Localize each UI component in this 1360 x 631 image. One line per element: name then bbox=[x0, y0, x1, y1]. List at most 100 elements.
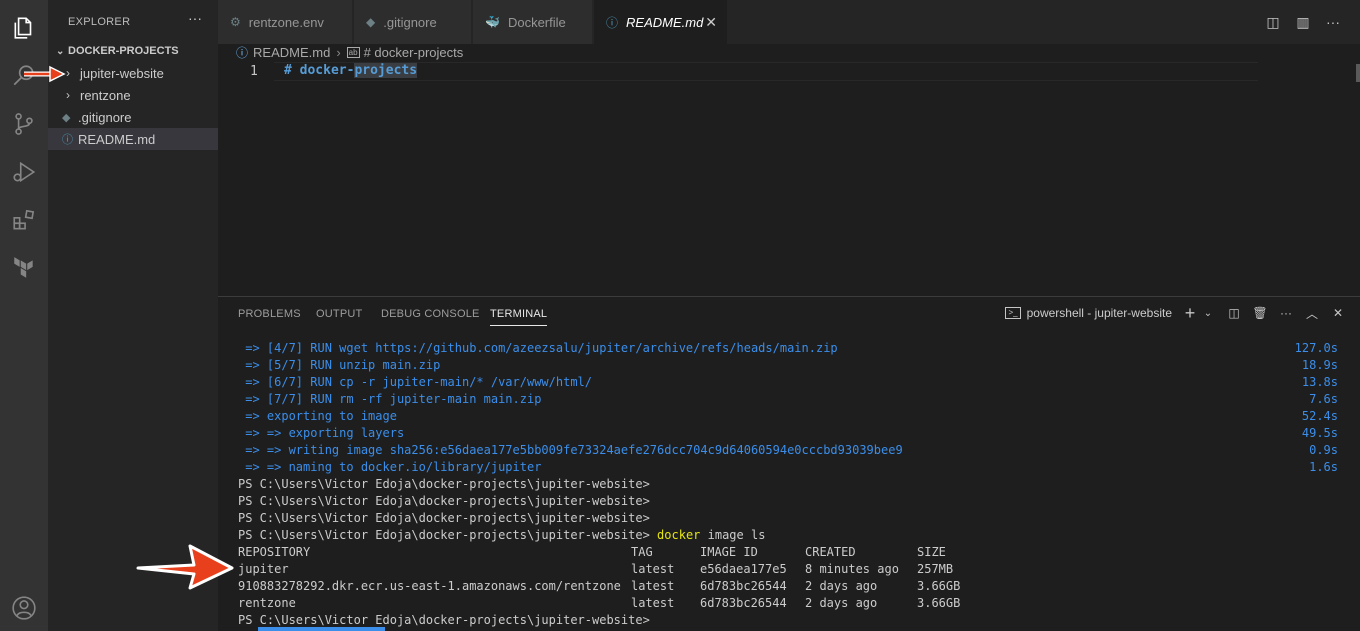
heading-icon: ab bbox=[346, 46, 360, 58]
activity-bar bbox=[0, 0, 48, 631]
build-step: => => writing image sha256:e56daea177e5b… bbox=[238, 443, 903, 457]
close-icon[interactable]: ✕ bbox=[705, 14, 717, 31]
terminal-prompt: PS C:\Users\Victor Edoja\docker-projects… bbox=[238, 511, 650, 525]
tab-terminal[interactable]: TERMINAL bbox=[490, 308, 548, 326]
col-size: SIZE bbox=[917, 545, 946, 559]
cell-created: 8 minutes ago bbox=[805, 562, 899, 576]
terminal-line: => [7/7] RUN rm -rf jupiter-main main.zi… bbox=[238, 391, 1338, 408]
tree-item-rentzone[interactable]: › rentzone bbox=[48, 84, 218, 106]
build-step: => [5/7] RUN unzip main.zip bbox=[238, 358, 441, 372]
info-icon: ⓘ bbox=[606, 15, 619, 30]
build-time: 52.4s bbox=[1301, 409, 1338, 423]
chevron-down-icon[interactable]: ⌄ bbox=[1200, 304, 1216, 322]
terminal-prompt: PS C:\Users\Victor Edoja\docker-projects… bbox=[238, 494, 650, 508]
code-text: # docker- bbox=[284, 63, 355, 78]
tree-item-readme[interactable]: ⓘ README.md bbox=[48, 128, 218, 150]
terminal-prompt: PS C:\Users\Victor Edoja\docker-projects… bbox=[238, 528, 650, 542]
more-actions-icon[interactable]: ··· bbox=[188, 10, 202, 26]
panel-actions: >_ powershell - jupiter-website + ⌄ ◫ 🗑 … bbox=[1005, 303, 1346, 323]
open-preview-icon[interactable]: ◫ bbox=[1264, 13, 1282, 31]
explorer-icon[interactable] bbox=[0, 4, 48, 52]
build-time: 127.0s bbox=[1294, 341, 1338, 355]
split-terminal-icon[interactable]: ◫ bbox=[1226, 304, 1242, 322]
bottom-panel: PROBLEMS OUTPUT DEBUG CONSOLE TERMINAL >… bbox=[218, 296, 1360, 631]
terminal-selector[interactable]: >_ powershell - jupiter-website bbox=[1005, 306, 1172, 320]
cell-tag: latest bbox=[631, 562, 675, 576]
cell-image-id: 6d783bc26544 bbox=[700, 579, 787, 593]
terminal-line: => exporting to image 52.4s bbox=[238, 408, 1338, 425]
tab-debug-console[interactable]: DEBUG CONSOLE bbox=[381, 308, 480, 320]
build-time: 0.9s bbox=[1309, 443, 1338, 457]
terminal-line: => => writing image sha256:e56daea177e5b… bbox=[238, 442, 1338, 459]
breadcrumb-symbol[interactable]: # docker-projects bbox=[364, 45, 464, 60]
col-image-id: IMAGE ID bbox=[700, 545, 758, 559]
command-args: image ls bbox=[700, 528, 766, 542]
terminal-prompt: PS C:\Users\Victor Edoja\docker-projects… bbox=[238, 612, 1338, 631]
tab-output[interactable]: OUTPUT bbox=[316, 308, 362, 320]
build-step: => [4/7] RUN wget https://github.com/aze… bbox=[238, 341, 838, 355]
terminal-output[interactable]: => [4/7] RUN wget https://github.com/aze… bbox=[238, 340, 1338, 631]
build-step: => exporting to image bbox=[238, 409, 397, 423]
source-control-icon[interactable] bbox=[0, 100, 48, 148]
tree-item-label: jupiter-website bbox=[80, 65, 164, 81]
search-icon[interactable] bbox=[0, 52, 48, 100]
breadcrumb-file[interactable]: README.md bbox=[253, 45, 330, 60]
tab-label: Dockerfile bbox=[507, 14, 566, 30]
table-row: rentzone latest 6d783bc26544 2 days ago … bbox=[238, 595, 1338, 612]
code-line[interactable]: # docker-projects bbox=[284, 63, 418, 78]
tab-rentzone-env[interactable]: ⚙ rentzone.env bbox=[218, 0, 353, 44]
split-editor-icon[interactable]: ▥ bbox=[1294, 13, 1312, 31]
trash-icon[interactable]: 🗑 bbox=[1252, 304, 1268, 322]
table-row: 910883278292.dkr.ecr.us-east-1.amazonaws… bbox=[238, 578, 1338, 595]
table-header: REPOSITORY TAG IMAGE ID CREATED SIZE bbox=[238, 544, 1338, 561]
tab-gitignore[interactable]: ◆ .gitignore bbox=[354, 0, 472, 44]
info-icon: ⓘ bbox=[62, 134, 73, 146]
maximize-panel-icon[interactable]: ︿ bbox=[1304, 304, 1320, 322]
col-repository: REPOSITORY bbox=[238, 545, 311, 559]
info-icon: ⓘ bbox=[236, 45, 249, 60]
col-created: CREATED bbox=[805, 545, 856, 559]
new-terminal-icon[interactable]: + bbox=[1182, 303, 1198, 323]
editor-tabs: ⚙ rentzone.env ◆ .gitignore 🐳 Dockerfile… bbox=[218, 0, 1360, 44]
terraform-icon[interactable] bbox=[0, 244, 48, 292]
editor-scrollbar[interactable] bbox=[1356, 64, 1360, 82]
terminal-command-line: PS C:\Users\Victor Edoja\docker-projects… bbox=[238, 527, 1338, 544]
more-actions-icon[interactable]: ··· bbox=[1324, 13, 1342, 31]
tree-item-label: rentzone bbox=[80, 87, 131, 103]
terminal-prompt: PS C:\Users\Victor Edoja\docker-projects… bbox=[238, 477, 650, 491]
build-step: => => exporting layers bbox=[238, 426, 405, 440]
tree-item-gitignore[interactable]: ◆ .gitignore bbox=[48, 106, 218, 128]
cell-repository: jupiter bbox=[238, 562, 289, 576]
account-icon[interactable] bbox=[0, 584, 48, 631]
chevron-right-icon: › bbox=[66, 66, 70, 80]
tree-item-jupiter-website[interactable]: › jupiter-website bbox=[48, 62, 218, 84]
chevron-right-icon: › bbox=[336, 44, 341, 60]
chevron-right-icon: › bbox=[66, 88, 70, 102]
terminal-prompt-text: PS C:\Users\Victor Edoja\docker-projects… bbox=[238, 613, 650, 627]
build-time: 7.6s bbox=[1309, 392, 1338, 406]
col-tag: TAG bbox=[631, 545, 653, 559]
explorer-sidebar: EXPLORER ··· ⌄ DOCKER-PROJECTS › jupiter… bbox=[48, 0, 218, 631]
command-name: docker bbox=[657, 528, 701, 542]
tab-readme[interactable]: ⓘ README.md ✕ bbox=[594, 0, 728, 44]
current-line-highlight bbox=[274, 62, 1258, 81]
breadcrumb: ⓘ README.md › ab # docker-projects bbox=[236, 43, 463, 61]
close-panel-icon[interactable]: ✕ bbox=[1330, 304, 1346, 322]
build-time: 13.8s bbox=[1301, 375, 1338, 389]
code-editor[interactable]: 1 # docker-projects bbox=[218, 62, 1360, 296]
tab-dockerfile[interactable]: 🐳 Dockerfile bbox=[473, 0, 593, 44]
workspace-section[interactable]: ⌄ DOCKER-PROJECTS bbox=[48, 41, 218, 61]
gear-icon: ⚙ bbox=[230, 15, 241, 29]
workspace-label: DOCKER-PROJECTS bbox=[68, 45, 179, 57]
vscode-window: EXPLORER ··· ⌄ DOCKER-PROJECTS › jupiter… bbox=[0, 0, 1360, 631]
build-step: => [7/7] RUN rm -rf jupiter-main main.zi… bbox=[238, 392, 542, 406]
explorer-title: EXPLORER bbox=[68, 16, 131, 28]
run-debug-icon[interactable] bbox=[0, 148, 48, 196]
cell-tag: latest bbox=[631, 596, 675, 610]
more-actions-icon[interactable]: ··· bbox=[1278, 304, 1294, 322]
cell-created: 2 days ago bbox=[805, 579, 878, 593]
extensions-icon[interactable] bbox=[0, 196, 48, 244]
terminal-line: => [4/7] RUN wget https://github.com/aze… bbox=[238, 340, 1338, 357]
tab-problems[interactable]: PROBLEMS bbox=[238, 308, 301, 320]
cell-created: 2 days ago bbox=[805, 596, 878, 610]
